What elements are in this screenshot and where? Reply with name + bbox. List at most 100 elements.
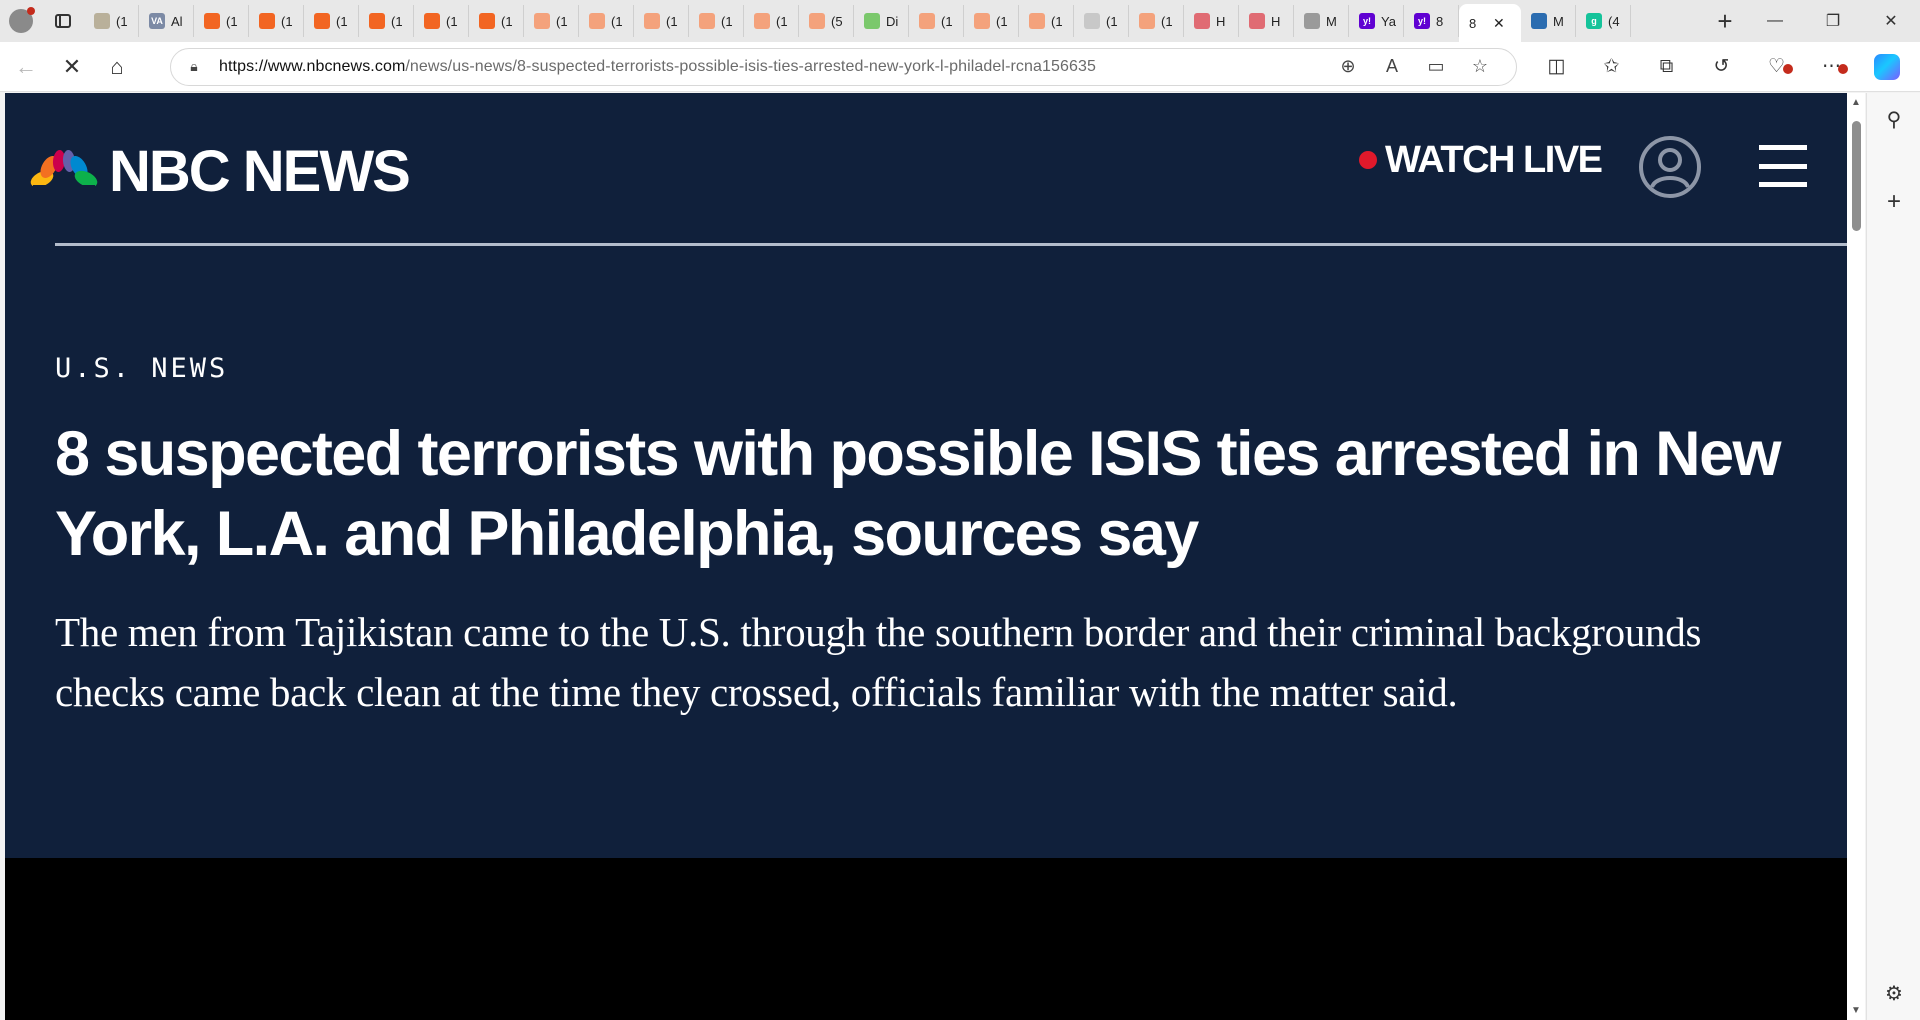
peacock-icon bbox=[30, 150, 98, 195]
brand-wordmark: NBC NEWS bbox=[109, 139, 411, 204]
tab-title: (1 bbox=[556, 13, 568, 29]
tab[interactable]: (1 bbox=[84, 5, 139, 37]
tab[interactable]: (1 bbox=[579, 5, 634, 37]
more-button[interactable]: ⋯ bbox=[1804, 42, 1859, 92]
sidebar-add-icon[interactable]: + bbox=[1867, 188, 1920, 216]
tab[interactable]: (1 bbox=[414, 5, 469, 37]
sidebar-search-icon[interactable]: ⚲ bbox=[1867, 107, 1920, 132]
sidebar-settings-icon[interactable]: ⚙ bbox=[1867, 981, 1920, 1006]
nbc-news-logo[interactable]: NBC NEWS bbox=[29, 139, 411, 204]
tab[interactable]: (1 bbox=[1074, 5, 1129, 37]
favorites-button[interactable]: ✩ bbox=[1584, 42, 1639, 92]
collections-button[interactable]: ⧉ bbox=[1639, 42, 1694, 92]
close-window-button[interactable]: ✕ bbox=[1862, 0, 1920, 42]
tab-favicon-icon bbox=[754, 13, 770, 29]
home-icon: ⌂ bbox=[110, 53, 124, 79]
tab-favicon-icon: y! bbox=[1359, 13, 1375, 29]
tab-title: M bbox=[1326, 13, 1337, 29]
tab[interactable]: (1 bbox=[524, 5, 579, 37]
tab-title: H bbox=[1216, 13, 1226, 29]
tab[interactable]: g (4 bbox=[1576, 5, 1631, 37]
tab[interactable]: VA Al bbox=[139, 5, 194, 37]
tab-title: (1 bbox=[1051, 13, 1063, 29]
tab-title: (1 bbox=[336, 13, 348, 29]
read-aloud-icon[interactable]: A bbox=[1370, 56, 1414, 77]
section-label[interactable]: U.S. NEWS bbox=[55, 353, 1795, 384]
tab[interactable]: (1 bbox=[964, 5, 1019, 37]
scroll-down-icon[interactable]: ▼ bbox=[1851, 1005, 1861, 1016]
tab-title: (1 bbox=[391, 13, 403, 29]
profile-button[interactable] bbox=[0, 0, 42, 42]
tab-favicon-icon bbox=[204, 13, 220, 29]
tab[interactable]: (5 bbox=[799, 5, 854, 37]
tab-title: (1 bbox=[1106, 13, 1118, 29]
page-scrollbar[interactable]: ▲ ▼ bbox=[1847, 93, 1865, 1020]
split-screen-button[interactable]: ◫ bbox=[1529, 42, 1584, 92]
back-button[interactable]: ← bbox=[0, 42, 52, 92]
immersive-reader-icon[interactable]: ▭ bbox=[1414, 56, 1458, 77]
tab[interactable]: (1 bbox=[634, 5, 689, 37]
zoom-icon[interactable]: ⊕ bbox=[1326, 56, 1370, 77]
tab-favicon-icon bbox=[809, 13, 825, 29]
home-button[interactable]: ⌂ bbox=[92, 42, 142, 92]
article-headline: 8 suspected terrorists with possible ISI… bbox=[55, 419, 1782, 569]
copilot-button[interactable] bbox=[1859, 42, 1914, 92]
tab-favicon-icon bbox=[424, 13, 440, 29]
tab-favicon-icon: VA bbox=[149, 13, 165, 29]
tab-title: (1 bbox=[666, 13, 678, 29]
tab-actions-icon bbox=[55, 14, 71, 28]
account-icon[interactable] bbox=[1638, 135, 1702, 199]
tab[interactable]: (1 bbox=[1019, 5, 1074, 37]
history-button[interactable]: ↺ bbox=[1694, 42, 1749, 92]
tab-favicon-icon bbox=[1194, 13, 1210, 29]
tab[interactable]: H bbox=[1184, 5, 1239, 37]
tab-title: (1 bbox=[446, 13, 458, 29]
tab-title: (1 bbox=[611, 13, 623, 29]
tab[interactable]: (1 bbox=[469, 5, 524, 37]
tab[interactable]: (1 bbox=[304, 5, 359, 37]
lock-icon[interactable]: 🔒︎ bbox=[185, 58, 203, 76]
navigation-bar: ← ✕ ⌂ 🔒︎ https://www.nbcnews.com/news/us… bbox=[0, 42, 1920, 92]
tab-actions-button[interactable] bbox=[42, 0, 84, 42]
tab-active[interactable]: 8 ✕ bbox=[1459, 4, 1521, 42]
tab[interactable]: (1 bbox=[744, 5, 799, 37]
tab[interactable]: (1 bbox=[909, 5, 964, 37]
url-text[interactable]: https://www.nbcnews.com/news/us-news/8-s… bbox=[219, 58, 1326, 76]
scroll-up-icon[interactable]: ▲ bbox=[1851, 97, 1861, 108]
copilot-icon bbox=[1873, 53, 1900, 80]
stop-button[interactable]: ✕ bbox=[52, 42, 92, 92]
tab-favicon-icon bbox=[864, 13, 880, 29]
video-player-area[interactable] bbox=[5, 858, 1847, 1020]
tab[interactable]: y! 8 bbox=[1404, 5, 1459, 37]
alert-badge bbox=[1783, 63, 1793, 74]
menu-line bbox=[1759, 145, 1807, 150]
tab[interactable]: (1 bbox=[194, 5, 249, 37]
tab[interactable]: Di bbox=[854, 5, 909, 37]
performance-button[interactable]: ♡ bbox=[1749, 42, 1804, 92]
favorite-star-icon[interactable]: ☆ bbox=[1458, 56, 1502, 77]
watch-live-link[interactable]: WATCH LIVE bbox=[1359, 139, 1603, 181]
split-screen-icon: ◫ bbox=[1547, 56, 1566, 77]
tab-favicon-icon bbox=[369, 13, 385, 29]
scrollbar-thumb[interactable] bbox=[1852, 121, 1861, 231]
menu-line bbox=[1759, 182, 1807, 187]
tab[interactable]: M bbox=[1521, 5, 1576, 37]
menu-icon[interactable] bbox=[1759, 145, 1807, 187]
tab[interactable]: H bbox=[1239, 5, 1294, 37]
watch-live-label: WATCH LIVE bbox=[1385, 139, 1603, 181]
tab[interactable]: (1 bbox=[359, 5, 414, 37]
favorites-icon: ✩ bbox=[1603, 56, 1620, 77]
tab[interactable]: (1 bbox=[249, 5, 304, 37]
address-bar[interactable]: 🔒︎ https://www.nbcnews.com/news/us-news/… bbox=[170, 47, 1517, 86]
minimize-button[interactable]: — bbox=[1746, 0, 1804, 42]
article-dek: The men from Tajikistan came to the U.S.… bbox=[55, 609, 1702, 715]
close-tab-icon[interactable]: ✕ bbox=[1493, 15, 1505, 32]
restore-button[interactable]: ❐ bbox=[1804, 0, 1862, 42]
tab[interactable]: (1 bbox=[689, 5, 744, 37]
page-viewport: NBC NEWS WATCH LIVE U.S. NEWS 8 suspecte… bbox=[5, 93, 1847, 1020]
tab[interactable]: M bbox=[1294, 5, 1349, 37]
tab-favicon-icon bbox=[479, 13, 495, 29]
tab[interactable]: (1 bbox=[1129, 5, 1184, 37]
new-tab-button[interactable]: + bbox=[1704, 0, 1746, 42]
tab[interactable]: y! Ya bbox=[1349, 5, 1404, 37]
